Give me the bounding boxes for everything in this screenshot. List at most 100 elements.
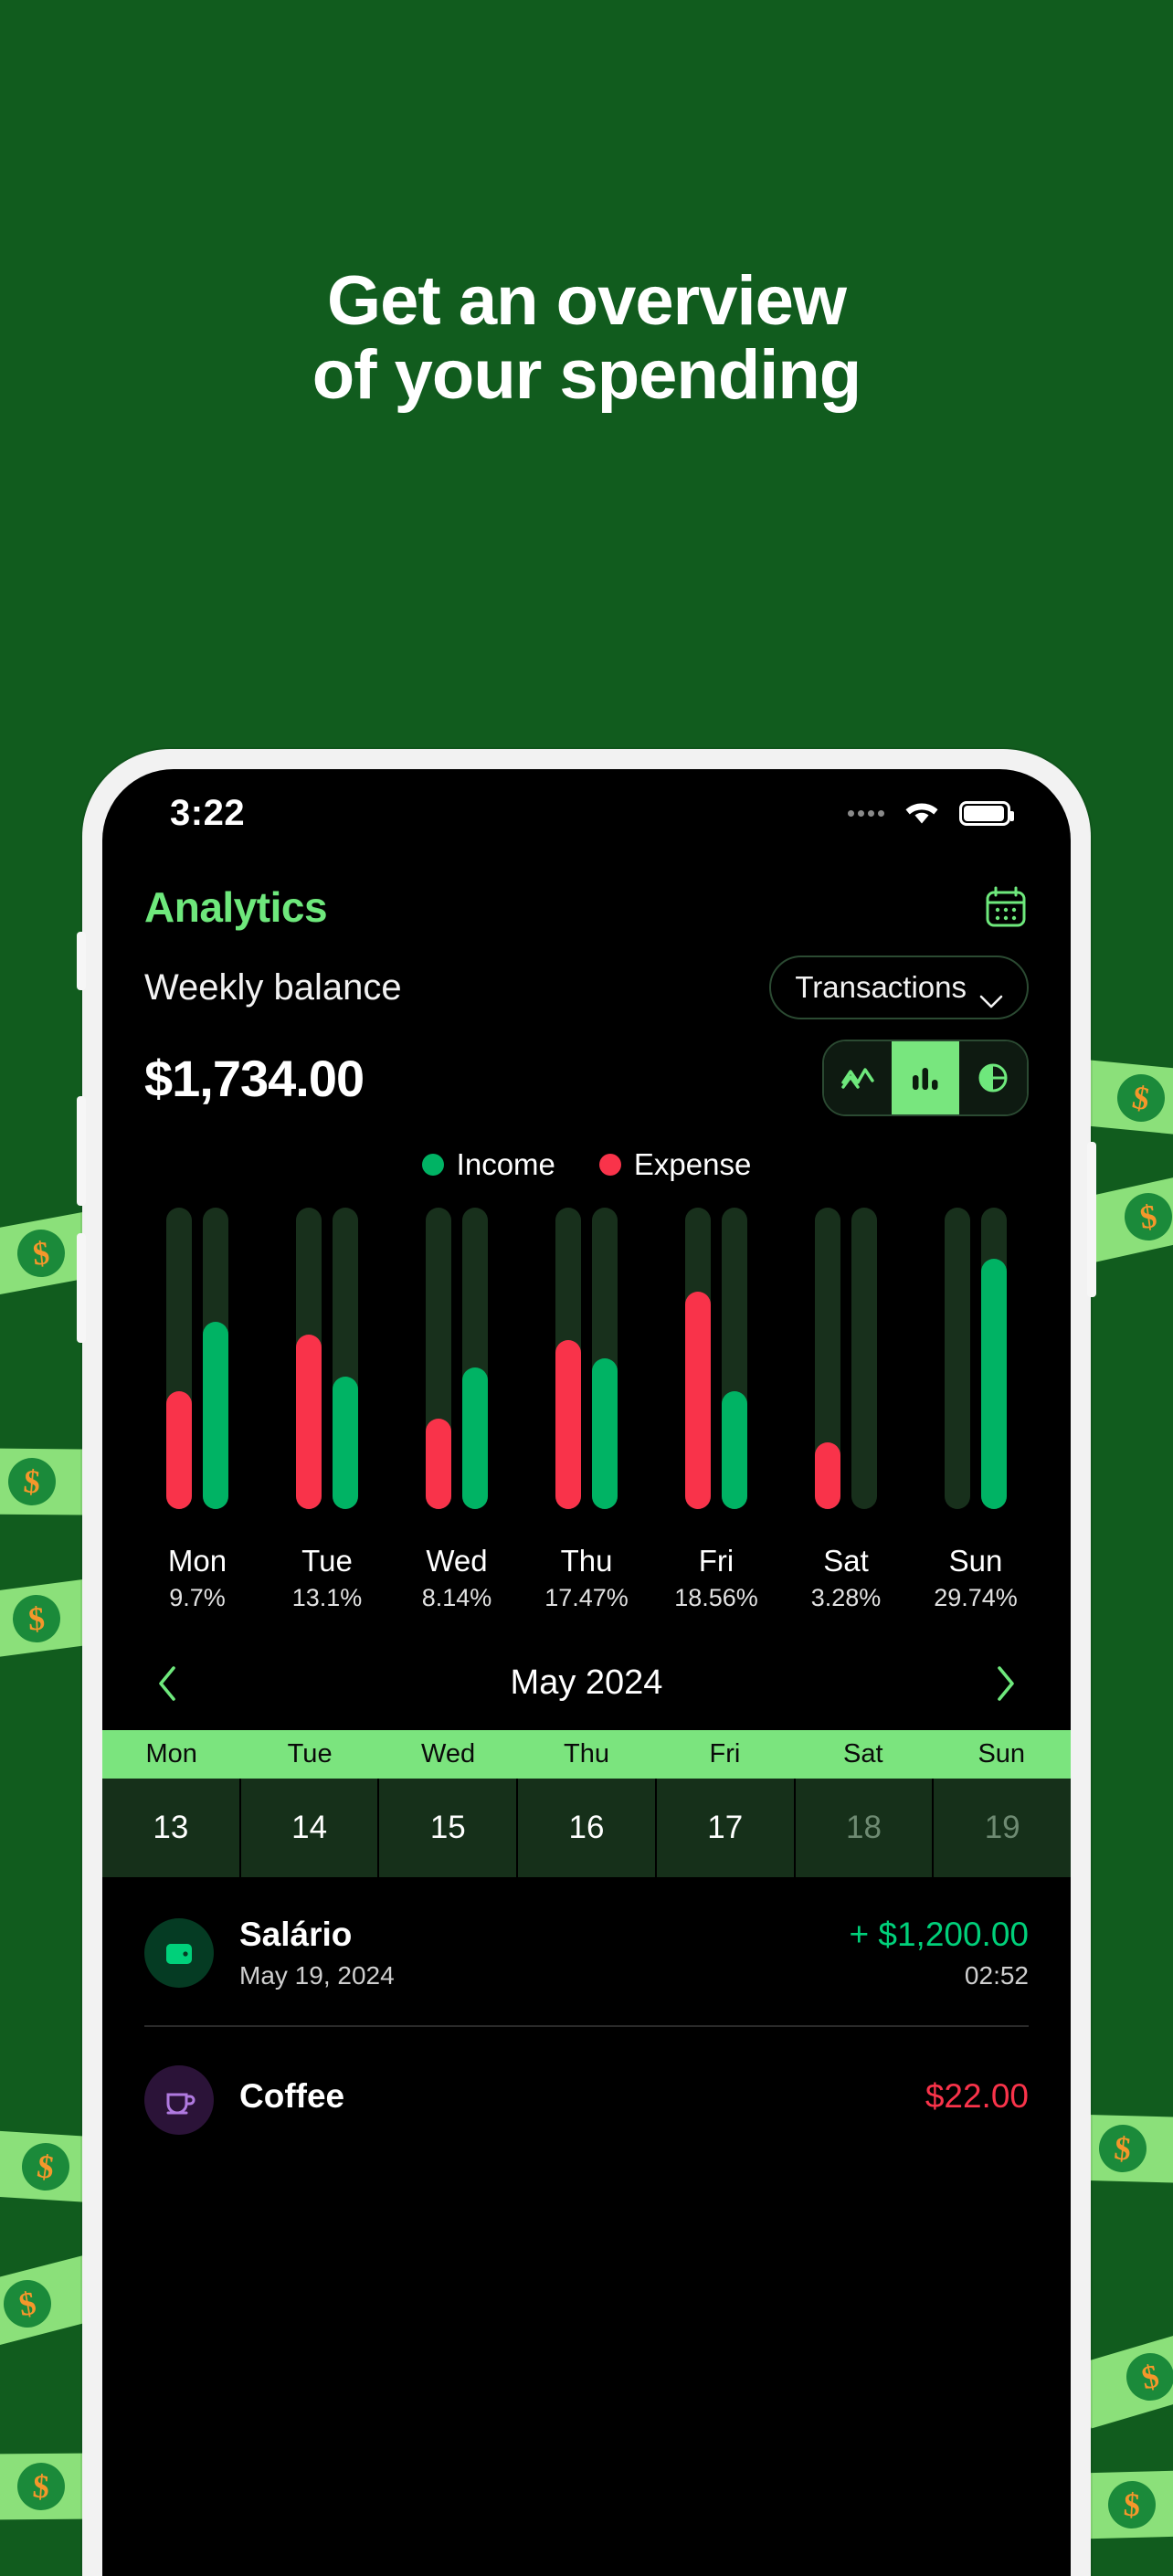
volume-up-button[interactable] (77, 1096, 86, 1206)
chevron-right-icon[interactable] (996, 1665, 1016, 1702)
chart-x-label: Sat 3.28% (784, 1544, 908, 1612)
chart-legend: Income Expense (102, 1116, 1071, 1182)
chart-x-label: Tue 13.1% (265, 1544, 389, 1612)
wallet-icon (144, 1918, 214, 1988)
chart-x-day: Mon (167, 1544, 227, 1578)
chart-bar-income (722, 1391, 747, 1509)
chart-x-percent: 3.28% (810, 1584, 882, 1611)
chart-day-group[interactable] (914, 1208, 1038, 1529)
chart-x-axis-labels: Mon 9.7% Tue 13.1% Wed 8.14% Thu 17.47% Fri 18.56… (102, 1529, 1071, 1612)
chart-bar-pair (296, 1208, 358, 1509)
bar-chart-icon[interactable] (892, 1041, 959, 1114)
chart-x-percent: 17.47% (544, 1584, 629, 1611)
page-title: Analytics (144, 883, 328, 931)
legend-item-income: Income (421, 1147, 555, 1182)
chart-bar-expense (555, 1340, 581, 1509)
chart-x-day: Tue (301, 1544, 353, 1578)
calendar-weekday-label: Wed (421, 1739, 476, 1768)
transaction-amount-block: + $1,200.00 02:52 (850, 1916, 1030, 1990)
calendar-day-cell[interactable]: 19 (934, 1779, 1071, 1877)
headline-line-2: of your spending (312, 335, 861, 414)
dollar-coin-icon: $ (1122, 1190, 1173, 1244)
transaction-name: Salário (239, 1916, 353, 1953)
silent-switch-button[interactable] (77, 932, 86, 990)
chevron-down-icon (979, 981, 1003, 1008)
calendar-day-cell[interactable]: 17 (656, 1779, 796, 1877)
chart-bar-pair (426, 1208, 488, 1509)
headline-line-1: Get an overview (327, 262, 847, 340)
chart-bar-income (333, 1377, 358, 1509)
transaction-details: Coffee (239, 2077, 900, 2123)
chevron-left-icon[interactable] (157, 1665, 177, 1702)
status-bar: 3:22 (102, 769, 1071, 857)
chart-type-toggle[interactable] (822, 1040, 1029, 1116)
transaction-row[interactable]: Salário May 19, 2024 + $1,200.00 02:52 (144, 1877, 1029, 2025)
chart-bar-track (685, 1208, 711, 1509)
chart-x-label: Sun 29.74% (914, 1544, 1038, 1612)
chart-x-day: Fri (698, 1544, 734, 1578)
calendar-day-cell[interactable]: 16 (518, 1779, 657, 1877)
chart-bar-pair (166, 1208, 228, 1509)
chart-bar-track (166, 1208, 192, 1509)
chart-bar-track (722, 1208, 747, 1509)
balance-amount: $1,734.00 (144, 1049, 365, 1107)
calendar-icon[interactable] (983, 884, 1029, 930)
dollar-coin-icon: $ (1096, 2122, 1148, 2174)
chart-x-label: Thu 17.47% (524, 1544, 649, 1612)
calendar-weekday-label: Sat (843, 1739, 883, 1768)
app-header: Analytics (102, 857, 1071, 932)
calendar-day-cell[interactable]: 18 (795, 1779, 935, 1877)
chart-bar-track (815, 1208, 840, 1509)
dollar-coin-icon: $ (19, 2140, 73, 2194)
transaction-amount: $22.00 (925, 2077, 1029, 2115)
transaction-date: May 19, 2024 (239, 1961, 395, 1990)
month-navigator: May 2024 (102, 1612, 1071, 1730)
chart-day-group[interactable] (654, 1208, 778, 1529)
calendar-day-cell[interactable]: 15 (379, 1779, 519, 1877)
transactions-filter-dropdown[interactable]: Transactions (769, 955, 1029, 1019)
phone-mockup: 3:22 Analytics Weekly balance Transactio… (77, 749, 1096, 2576)
chart-bar-track (555, 1208, 581, 1509)
chart-bar-expense (296, 1335, 322, 1509)
chart-bar-income (203, 1322, 228, 1509)
weekly-balance-row: Weekly balance Transactions (102, 932, 1071, 1019)
chart-bar-track (462, 1208, 488, 1509)
chart-bar-pair (555, 1208, 618, 1509)
chart-day-group[interactable] (135, 1208, 259, 1529)
chart-bar-expense (426, 1419, 451, 1509)
line-chart-icon[interactable] (824, 1041, 892, 1114)
dollar-coin-icon: $ (1114, 1071, 1168, 1125)
chart-bar-expense (685, 1292, 711, 1509)
transaction-amount: + $1,200.00 (849, 1916, 1030, 1953)
power-button[interactable] (1087, 1142, 1096, 1297)
chart-day-group[interactable] (265, 1208, 389, 1529)
chart-x-percent: 13.1% (291, 1584, 363, 1611)
calendar-day-cell[interactable]: 13 (102, 1779, 241, 1877)
transaction-row[interactable]: Coffee $22.00 (144, 2025, 1029, 2170)
chart-day-group[interactable] (784, 1208, 908, 1529)
calendar-weekday-label: Thu (563, 1739, 609, 1768)
status-icons (848, 797, 1014, 829)
chart-x-percent: 8.14% (421, 1584, 492, 1611)
dollar-coin-icon: $ (15, 1227, 67, 1279)
chart-day-group[interactable] (395, 1208, 519, 1529)
chart-day-group[interactable] (524, 1208, 649, 1529)
legend-label-income: Income (456, 1147, 555, 1181)
dollar-coin-icon: $ (1107, 2480, 1157, 2530)
transaction-details: Salário May 19, 2024 (239, 1916, 824, 1990)
chart-bar-track (592, 1208, 618, 1509)
chart-x-label: Wed 8.14% (395, 1544, 519, 1612)
calendar-day-cell[interactable]: 14 (240, 1779, 380, 1877)
calendar-day-strip[interactable]: 13 14 15 16 17 18 19 (102, 1779, 1071, 1877)
chart-x-day: Sat (823, 1544, 869, 1578)
dollar-coin-icon: $ (16, 2461, 67, 2512)
pie-chart-icon[interactable] (959, 1041, 1027, 1114)
chart-bar-expense (166, 1391, 192, 1509)
chart-x-percent: 29.74% (934, 1584, 1018, 1611)
dollar-coin-icon: $ (12, 1594, 62, 1644)
chart-bar-expense (815, 1442, 840, 1509)
chart-x-percent: 18.56% (674, 1584, 758, 1611)
volume-down-button[interactable] (77, 1233, 86, 1343)
transaction-name: Coffee (239, 2077, 345, 2115)
chart-bar-track (945, 1208, 970, 1509)
